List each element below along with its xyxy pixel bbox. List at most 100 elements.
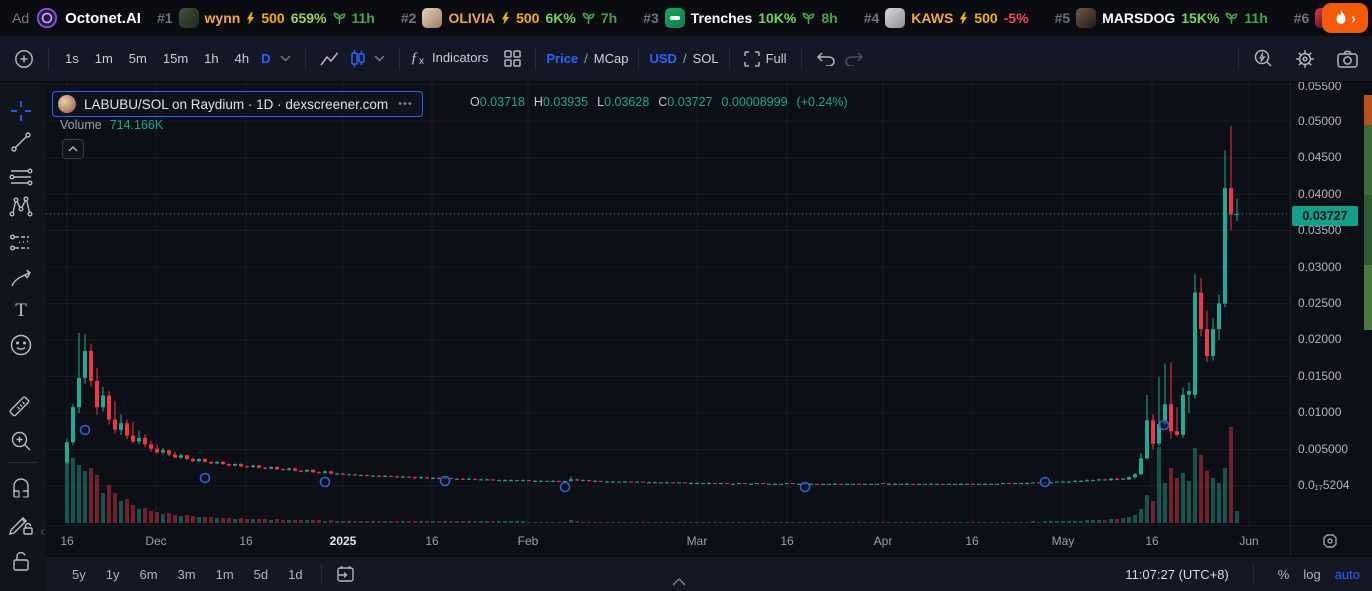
emoji-tool[interactable] <box>7 331 35 359</box>
token-boost: 500 <box>261 10 284 26</box>
token-rank: #3 <box>643 10 659 26</box>
line-chart-style-icon[interactable] <box>316 47 346 71</box>
percent-scale-button[interactable]: % <box>1278 567 1290 582</box>
volume-readout: Volume 714.166K <box>60 118 163 132</box>
mcap-mode-button[interactable]: MCap <box>594 51 629 66</box>
boost-cta-button[interactable]: › <box>1322 3 1368 33</box>
measure-ruler-tool[interactable] <box>7 394 35 422</box>
token-rank: #4 <box>864 10 880 26</box>
fullscreen-button[interactable]: Full <box>740 47 791 71</box>
magnet-tool[interactable] <box>7 474 35 502</box>
price-axis-label: 0.03500 <box>1298 223 1341 237</box>
sol-mode-button[interactable]: SOL <box>693 51 719 66</box>
layout-grid-icon[interactable] <box>500 46 525 71</box>
chart-style-dropdown-chevron-icon[interactable] <box>370 51 389 66</box>
token-age: 7h <box>601 10 617 26</box>
auto-scale-button[interactable]: auto <box>1335 567 1360 582</box>
timeframe-button[interactable]: 5m <box>123 47 153 70</box>
time-axis-label: 16 <box>60 534 73 548</box>
timeframe-button[interactable]: 1h <box>198 47 224 70</box>
flame-icon <box>1334 10 1348 26</box>
trend-line-tool[interactable] <box>7 128 35 156</box>
rail-divider <box>8 462 38 463</box>
timeframe-button[interactable]: 4h <box>229 47 255 70</box>
price-axis-label: 0.05000 <box>1298 114 1341 128</box>
timeframe-button-active[interactable]: D <box>255 47 276 70</box>
timeframe-button[interactable]: 1m <box>89 47 119 70</box>
session-clock[interactable]: 11:07:27 (UTC+8) <box>1125 567 1228 582</box>
range-button[interactable]: 5d <box>246 564 276 585</box>
trending-token-item[interactable]: #5MARSDOG15K%11h <box>1055 8 1268 28</box>
token-age: 11h <box>1244 10 1267 26</box>
undo-button[interactable] <box>812 48 840 70</box>
range-button[interactable]: 1y <box>98 564 128 585</box>
timeframe-button[interactable]: 15m <box>157 47 194 70</box>
indicators-label: Indicators <box>432 50 488 65</box>
brush-tool[interactable] <box>7 264 35 292</box>
xabcd-pattern-tool[interactable] <box>7 193 35 221</box>
timeframe-button[interactable]: 1s <box>59 47 85 70</box>
price-axis-label: 0.01000 <box>1298 405 1341 419</box>
price-axis[interactable]: 0.03727 0.055000.050000.045000.040000.03… <box>1290 82 1372 525</box>
usd-sol-separator: / <box>683 51 687 66</box>
usd-mode-button[interactable]: USD <box>649 51 676 66</box>
token-avatar <box>1076 8 1096 28</box>
trending-token-item[interactable]: #2OLIVIA5006K%7h <box>401 8 617 28</box>
legend-collapse-button[interactable] <box>62 139 84 159</box>
chart-grid <box>46 82 1290 525</box>
camera-snapshot-icon[interactable] <box>1333 46 1362 72</box>
legend-more-button[interactable]: ••• <box>396 98 413 110</box>
price-mode-button[interactable]: Price <box>546 51 578 66</box>
time-axis-label: Jun <box>1239 534 1258 548</box>
price-chart-canvas[interactable]: LABUBU/SOL on Raydium · 1D · dexscreener… <box>46 82 1290 525</box>
range-button[interactable]: 6m <box>131 564 165 585</box>
parallel-channel-tool[interactable] <box>7 229 35 257</box>
range-button[interactable]: 1m <box>208 564 242 585</box>
range-button[interactable]: 1d <box>280 564 310 585</box>
drawing-lock-tool[interactable] <box>7 510 35 538</box>
indicators-button[interactable]: ƒx Indicators <box>410 50 488 67</box>
fullscreen-label: Full <box>766 51 787 66</box>
boost-lightning-icon <box>501 12 510 25</box>
time-axis-label: 16 <box>780 534 793 548</box>
toolbar-divider <box>729 48 730 70</box>
token-avatar <box>885 8 905 28</box>
crosshair-tool[interactable] <box>7 97 35 125</box>
open-value: 0.03718 <box>480 95 525 109</box>
symbol-search-plus-button[interactable] <box>10 45 38 73</box>
trending-token-item[interactable]: #3Trenches10K%8h <box>643 8 838 28</box>
bottom-divider <box>321 563 322 585</box>
range-button[interactable]: 3m <box>170 564 204 585</box>
timeframe-dropdown-chevron-icon[interactable] <box>276 51 295 66</box>
go-to-date-button[interactable] <box>332 561 359 587</box>
zoom-in-tool[interactable] <box>7 427 35 455</box>
toolbar-divider <box>1238 48 1239 70</box>
age-sprout-icon <box>333 12 346 25</box>
age-sprout-icon <box>582 12 595 25</box>
price-axis-label: 0.01500 <box>1298 369 1341 383</box>
ad-chip[interactable]: Ad Octonet.AI <box>12 7 141 29</box>
trade-event-markers[interactable] <box>81 421 1169 492</box>
trending-token-item[interactable]: #1wynn500659%11h <box>157 8 375 28</box>
text-tool[interactable]: T <box>7 297 35 325</box>
rail-collapse-handle[interactable]: ‹ <box>40 523 45 540</box>
time-axis-label: Dec <box>145 534 166 548</box>
axis-settings-icon[interactable] <box>1322 533 1338 549</box>
symbol-legend[interactable]: LABUBU/SOL on Raydium · 1D · dexscreener… <box>52 91 423 117</box>
lock-all-drawings-tool[interactable] <box>7 547 35 575</box>
time-axis-label: 2025 <box>330 534 357 548</box>
settings-gear-icon[interactable] <box>1291 45 1319 73</box>
pane-collapse-chevron[interactable] <box>672 578 686 586</box>
time-axis[interactable]: 16Dec16202516FebMar16Apr16May16Jun <box>46 525 1290 557</box>
horizontal-lines-tool[interactable] <box>7 163 35 191</box>
redo-button[interactable] <box>840 48 868 70</box>
volume-label: Volume <box>60 118 102 132</box>
candlestick-style-icon[interactable] <box>346 45 370 73</box>
quick-search-flash-icon[interactable] <box>1249 45 1277 73</box>
price-axis-label: 0.05500 <box>1298 82 1341 93</box>
trending-token-item[interactable]: #4KAWS500-5% <box>864 8 1029 28</box>
log-scale-button[interactable]: log <box>1303 567 1320 582</box>
range-button[interactable]: 5y <box>64 564 94 585</box>
change-absolute: 0.00008999 <box>722 95 788 109</box>
candlestick-series <box>46 82 1290 525</box>
